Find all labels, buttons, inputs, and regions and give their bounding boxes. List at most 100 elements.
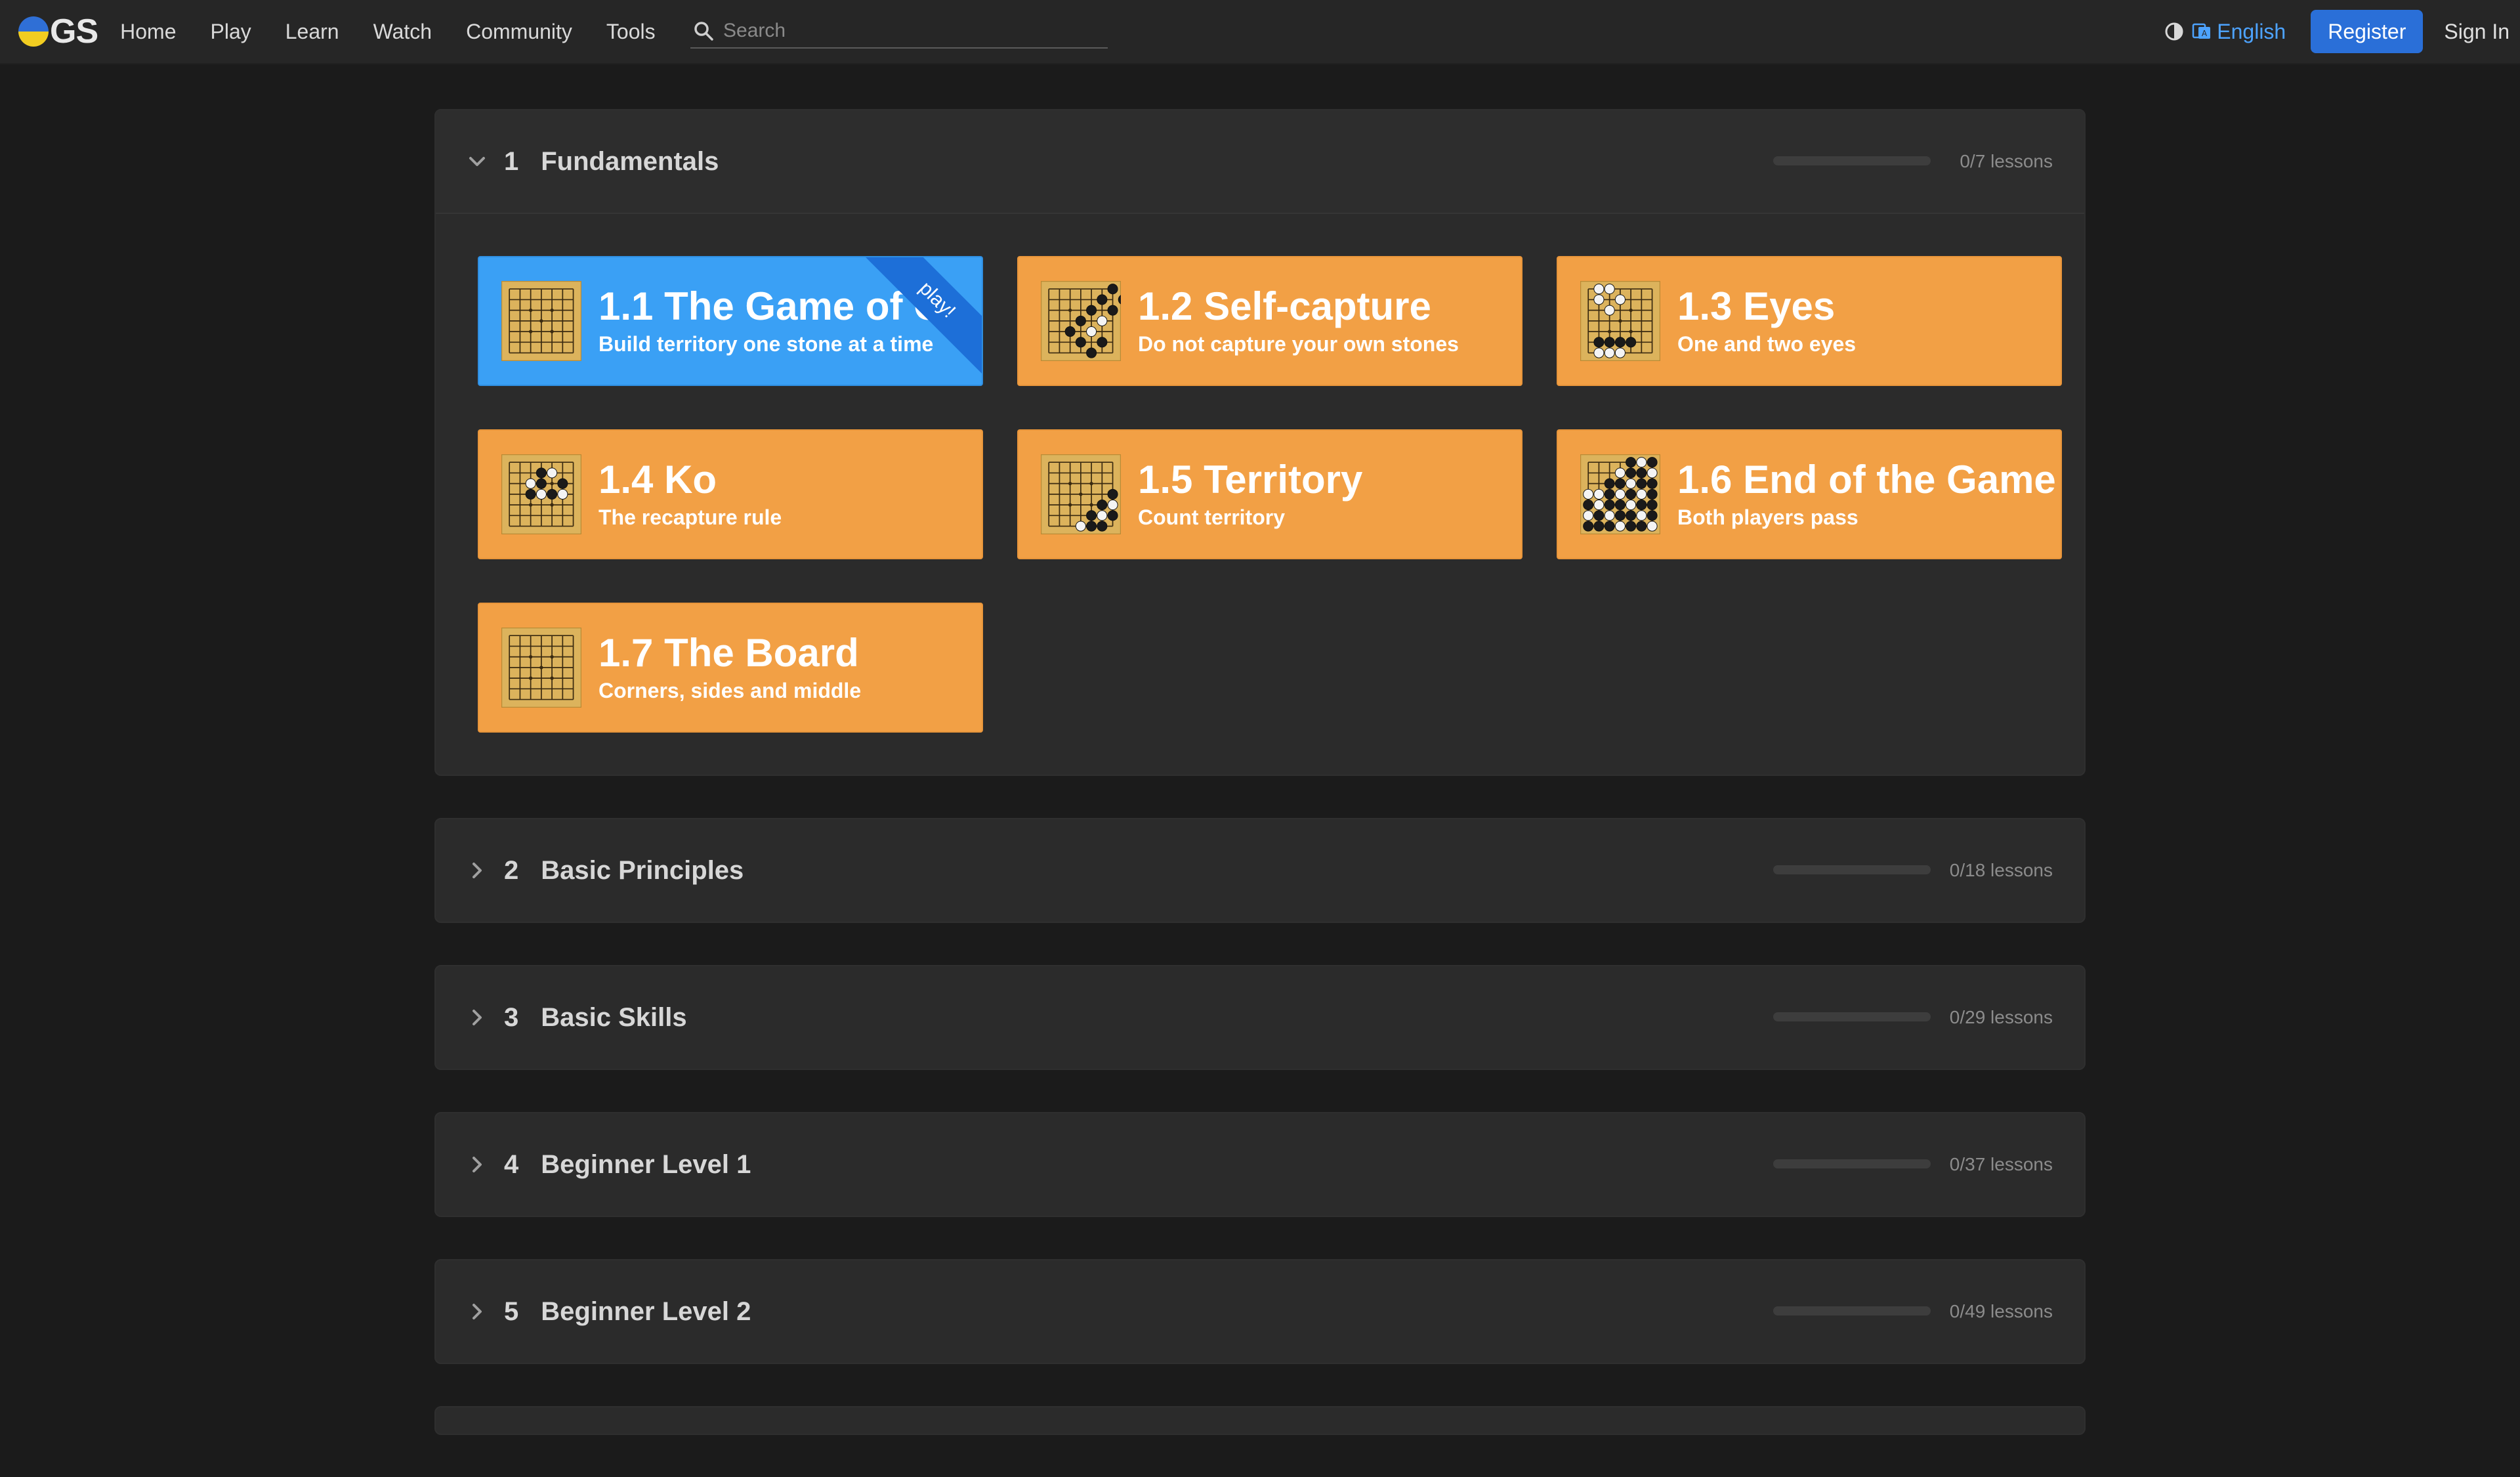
- white-stone: [1614, 347, 1626, 358]
- lesson-title: 1.3 Eyes: [1677, 284, 1836, 328]
- nav-learn[interactable]: Learn: [285, 20, 339, 44]
- white-stone: [1636, 510, 1647, 521]
- ogs-logo[interactable]: GS: [18, 12, 98, 51]
- lesson-card[interactable]: 1.7 The Board Corners, sides and middle: [478, 603, 983, 733]
- black-stone: [1097, 294, 1108, 305]
- theme-toggle-icon[interactable]: [2164, 22, 2184, 41]
- go-board-icon: [1580, 281, 1660, 361]
- nav-play[interactable]: Play: [211, 20, 251, 44]
- section-header[interactable]: 3 Basic Skills 0/29 lessons: [436, 966, 2084, 1069]
- lesson-title: 1.4 Ko: [598, 458, 717, 502]
- black-stone: [1647, 510, 1658, 521]
- section-lesson-count: 0/7 lessons: [1960, 151, 2053, 171]
- white-stone: [1593, 284, 1605, 295]
- section-header[interactable]: 1 Fundamentals 0/7 lessons: [436, 110, 2084, 214]
- section-number: 5: [504, 1296, 519, 1326]
- white-stone: [1647, 521, 1658, 532]
- white-stone: [557, 488, 568, 500]
- logo-circle-icon: [18, 16, 49, 47]
- black-stone: [536, 467, 547, 479]
- chevron-right-icon: [472, 1157, 482, 1172]
- lesson-grid: 1.1 The Game of Go Build territory one s…: [436, 214, 2084, 775]
- section-number: 3: [504, 1002, 519, 1032]
- go-board-icon: [1041, 454, 1121, 534]
- white-stone: [1604, 284, 1615, 295]
- logo-text: GS: [50, 12, 98, 51]
- black-stone: [1626, 488, 1637, 500]
- black-stone: [1626, 467, 1637, 479]
- language-icon: A: [2193, 23, 2211, 39]
- black-stone: [1604, 500, 1615, 511]
- black-stone: [1075, 337, 1086, 348]
- search-bar: [690, 14, 1108, 49]
- section-lesson-count: 0/29 lessons: [1949, 1007, 2053, 1027]
- section-beginner-level-2: 5 Beginner Level 2 0/49 lessons: [434, 1259, 2086, 1364]
- lesson-card[interactable]: 1.3 Eyes One and two eyes: [1557, 256, 2062, 386]
- white-stone: [1593, 488, 1605, 500]
- white-stone: [1614, 467, 1626, 479]
- lesson-title: 1.5 Territory: [1138, 458, 1363, 502]
- white-stone: [1086, 326, 1097, 337]
- section-lesson-count: 0/37 lessons: [1949, 1154, 2053, 1174]
- section-header[interactable]: 4 Beginner Level 1 0/37 lessons: [436, 1113, 2084, 1216]
- lesson-card[interactable]: 1.6 End of the Game Both players pass: [1557, 429, 2062, 559]
- section-progress-bar: [1773, 1012, 1931, 1021]
- black-stone: [1604, 337, 1615, 348]
- black-stone: [1626, 457, 1637, 468]
- lesson-subtitle: Do not capture your own stones: [1138, 332, 1459, 356]
- main-nav: Home Play Learn Watch Community Tools: [120, 20, 689, 44]
- section-basic-skills: 3 Basic Skills 0/29 lessons: [434, 965, 2086, 1070]
- top-navbar: GS Home Play Learn Watch Community Tools…: [0, 0, 2520, 64]
- black-stone: [1647, 500, 1658, 511]
- black-stone: [1614, 510, 1626, 521]
- sign-in-link[interactable]: Sign In: [2444, 20, 2510, 44]
- section-progress-bar: [1773, 865, 1931, 874]
- white-stone: [547, 467, 558, 479]
- white-stone: [1636, 488, 1647, 500]
- white-stone: [1614, 521, 1626, 532]
- nav-community[interactable]: Community: [466, 20, 572, 44]
- nav-home[interactable]: Home: [120, 20, 176, 44]
- black-stone: [547, 488, 558, 500]
- black-stone: [1097, 521, 1108, 532]
- white-stone: [1604, 347, 1615, 358]
- search-input[interactable]: [722, 19, 1092, 43]
- section-header[interactable]: 2 Basic Principles 0/18 lessons: [436, 819, 2084, 922]
- go-board-icon: [1580, 454, 1660, 534]
- black-stone: [1636, 500, 1647, 511]
- white-stone: [1097, 510, 1108, 521]
- black-stone: [1086, 347, 1097, 358]
- black-stone: [1075, 315, 1086, 326]
- black-stone: [525, 488, 536, 500]
- white-stone: [1593, 294, 1605, 305]
- lesson-card[interactable]: 1.4 Ko The recapture rule: [478, 429, 983, 559]
- lesson-card[interactable]: 1.5 Territory Count territory: [1017, 429, 1522, 559]
- black-stone: [1064, 326, 1076, 337]
- black-stone: [1604, 478, 1615, 489]
- white-stone: [1075, 521, 1086, 532]
- language-selector[interactable]: A English: [2192, 20, 2286, 44]
- white-stone: [1593, 347, 1605, 358]
- section-title: Basic Skills: [541, 1002, 687, 1032]
- black-stone: [1086, 305, 1097, 316]
- nav-right: A English Register Sign In: [2164, 0, 2520, 63]
- section-progress-bar: [1773, 156, 1931, 165]
- section-header[interactable]: 5 Beginner Level 2 0/49 lessons: [436, 1260, 2084, 1363]
- nav-watch[interactable]: Watch: [373, 20, 432, 44]
- lesson-card[interactable]: 1.2 Self-capture Do not capture your own…: [1017, 256, 1522, 386]
- section-title: Beginner Level 2: [541, 1296, 751, 1326]
- white-stone: [1614, 488, 1626, 500]
- section-next-partial: [434, 1406, 2086, 1435]
- nav-tools[interactable]: Tools: [606, 20, 656, 44]
- register-button[interactable]: Register: [2311, 10, 2424, 53]
- chevron-right-icon: [472, 1304, 482, 1319]
- white-stone: [1097, 315, 1108, 326]
- lesson-card[interactable]: 1.1 The Game of Go Build territory one s…: [478, 256, 983, 386]
- white-stone: [1614, 294, 1626, 305]
- black-stone: [1636, 521, 1647, 532]
- lesson-subtitle: Build territory one stone at a time: [598, 332, 934, 356]
- black-stone: [1614, 500, 1626, 511]
- black-stone: [1107, 488, 1118, 500]
- black-stone: [1604, 521, 1615, 532]
- lesson-subtitle: Corners, sides and middle: [598, 679, 862, 702]
